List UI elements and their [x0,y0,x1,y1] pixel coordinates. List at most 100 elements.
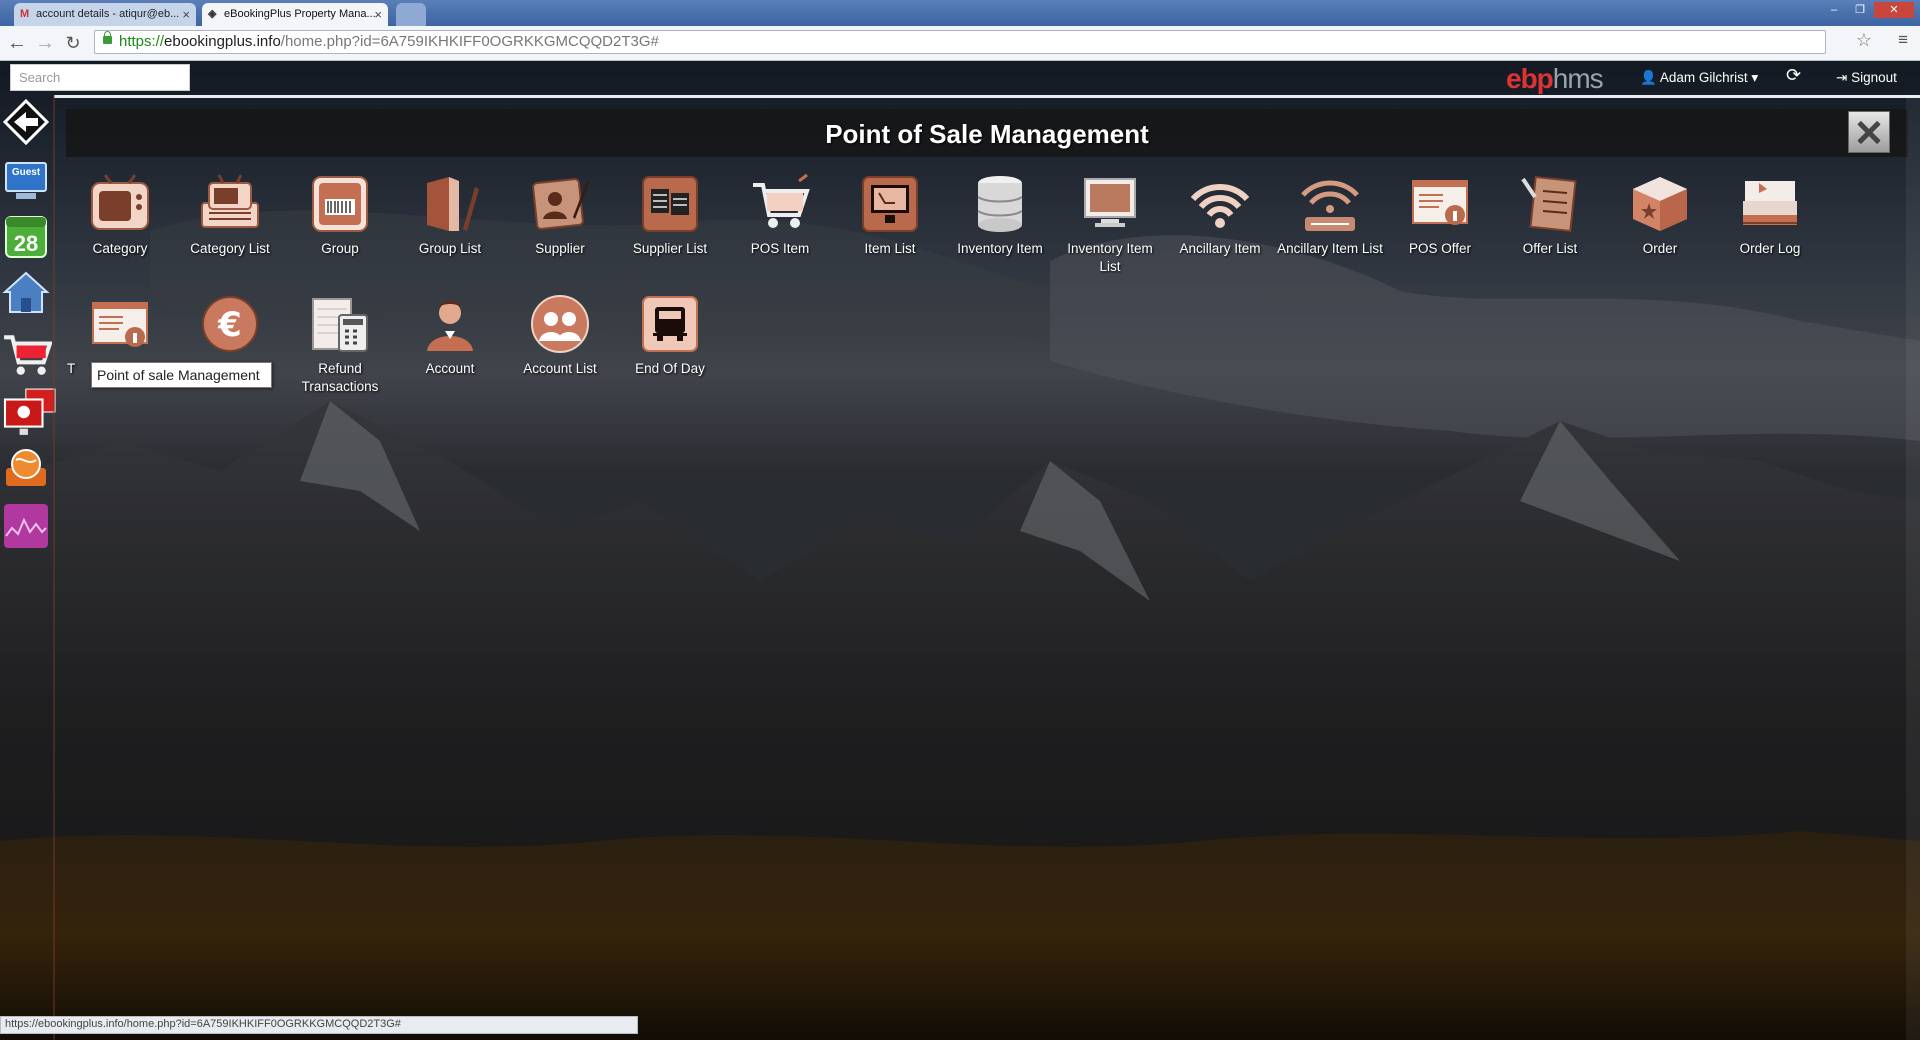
calculator-icon [312,298,368,352]
tile-label: Category List [190,241,270,256]
tile-euro[interactable]: € [175,293,285,360]
new-tab-button[interactable] [396,3,426,26]
checklist-icon [1521,175,1577,233]
tile-label: Category [92,241,148,256]
tile-label: Offer List [1522,241,1578,256]
ebp-favicon-icon: ◈ [208,8,217,20]
tile-order-log[interactable]: Order Log [1715,173,1825,258]
tile-label: Supplier List [632,241,708,256]
tile-inventory-item-list[interactable]: Inventory Item List [1055,173,1165,276]
monitor-icon[interactable] [2,387,58,437]
wifi-list-icon [1301,180,1359,231]
bookmark-star-icon[interactable]: ☆ [1856,30,1872,50]
home-icon[interactable] [2,267,50,317]
calendar-icon[interactable]: 28 [2,212,50,262]
window-controls: – ❐ ✕ [1822,2,1914,18]
dock-divider [53,95,55,1040]
signout-button[interactable]: ⇥ Signout [1836,70,1897,86]
tile-label: Order [1642,241,1678,256]
tile-item-list[interactable]: Item List [835,173,945,258]
tile-label: Account List [523,361,597,376]
forward-icon[interactable]: → [34,32,56,54]
tile-refund-transactions[interactable]: Refund Transactions [285,293,395,396]
tile-label: POS Item [750,241,810,256]
user-menu[interactable]: 👤 Adam Gilchrist ▾ [1640,70,1758,86]
database-icon [977,176,1023,232]
back-arrow-icon[interactable] [2,97,50,147]
tile-group[interactable]: Group [285,173,395,258]
tile-supplier[interactable]: Supplier [505,173,615,258]
scrollbar[interactable] [1906,95,1920,1040]
user-icon: 👤 [1640,70,1657,85]
tile-label: Account [425,361,475,376]
address-bar[interactable]: https://ebookingplus.info/home.php?id=6A… [94,30,1826,54]
tile-label: Item List [864,241,916,256]
tv-list-icon [201,174,259,228]
menu-icon[interactable]: ≡ [1898,30,1908,50]
lock-icon [103,31,112,44]
maximize-icon[interactable]: ❐ [1848,2,1872,18]
status-bar-url: https://ebookingplus.info/home.php?id=6A… [0,1016,638,1034]
browser-tab-gmail[interactable]: M account details - atiqur@eb... × [14,3,196,26]
tile-inventory-item[interactable]: Inventory Item [945,173,1055,258]
ebphms-logo: ebphms [1506,63,1604,94]
left-dock: Guest 28 [0,95,56,655]
reload-icon[interactable]: ↻ [62,32,84,54]
barcode-box-icon [312,176,368,232]
people-icon [531,295,589,353]
offer-certificate-icon [1412,180,1468,225]
tile-label: Refund Transactions [301,361,379,394]
tile-order[interactable]: Order [1605,173,1715,258]
tile-pos-offer[interactable]: POS Offer [1385,173,1495,258]
supplier-icon [532,178,589,230]
signout-label: Signout [1851,70,1897,85]
tile-label: Order Log [1739,241,1801,256]
close-window-icon[interactable]: ✕ [1874,2,1914,18]
refresh-icon[interactable]: ⟳ [1786,65,1801,86]
close-icon[interactable]: × [374,3,382,26]
documents-icon [642,176,698,232]
user-name: Adam Gilchrist [1659,70,1748,85]
tab-label: account details - atiqur@eb... [36,8,180,20]
page-title: Point of Sale Management [825,119,1149,149]
app-area: Search ebphms 👤 Adam Gilchrist ▾ ⟳ ⇥ Sig… [0,61,1920,1040]
panel-header: Point of Sale Management [66,109,1908,157]
tile-label: Ancillary Item List [1277,241,1383,256]
guest-icon[interactable]: Guest [2,156,50,206]
tv-icon [91,174,149,230]
tile-account[interactable]: Account [395,293,505,378]
browser-tab-ebookingplus[interactable]: ◈ eBookingPlus Property Mana... × [202,3,388,26]
euro-icon: € [202,296,258,352]
tile-account-list[interactable]: Account List [505,293,615,378]
inbox-icon [1743,181,1797,225]
tile-label: POS Offer [1408,241,1472,256]
close-panel-button[interactable] [1848,111,1890,153]
search-input[interactable]: Search [10,64,190,91]
cart-icon[interactable] [2,327,52,381]
tile-end-of-day[interactable]: End Of Day [615,293,725,378]
tile-label: Inventory Item [957,241,1043,256]
tile-label: Group [321,241,359,256]
svg-text:€: € [217,305,242,345]
gmail-icon: M [20,8,30,20]
tile-ancillary-item[interactable]: Ancillary Item [1165,173,1275,258]
tile-pos-item[interactable]: POS Item [725,173,835,258]
tile-offer-list[interactable]: Offer List [1495,173,1605,258]
tile-group-list[interactable]: Group List [395,173,505,258]
close-icon[interactable]: × [182,3,190,26]
tile-label: Inventory Item List [1067,241,1153,274]
tile-category-list[interactable]: Category List [175,173,285,258]
chart-icon[interactable] [2,501,50,551]
tile-label: Supplier [535,241,585,256]
divider [54,95,1920,98]
folder-pen-icon [427,177,479,231]
back-icon[interactable]: ← [6,32,28,54]
tile-supplier-list[interactable]: Supplier List [615,173,725,258]
display-icon [1084,178,1136,227]
tile-label: Group List [418,241,482,256]
cart-icon [753,173,810,228]
globe-icon[interactable] [2,443,50,493]
tile-category[interactable]: Category [65,173,175,258]
tile-ancillary-item-list[interactable]: Ancillary Item List [1275,173,1385,258]
minimize-icon[interactable]: – [1822,2,1846,18]
